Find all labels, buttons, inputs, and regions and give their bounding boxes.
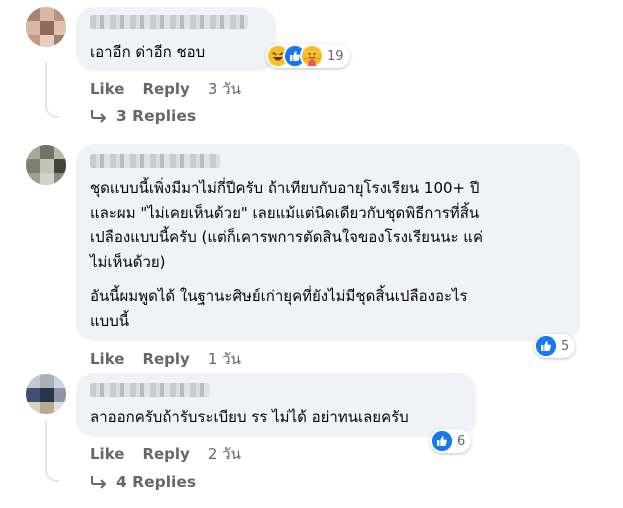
reply-button[interactable]: Reply [142,350,189,368]
reply-arrow-icon [91,476,106,489]
comment-time[interactable]: 2 วัน [208,442,241,466]
comment-actions: Like Reply 2 วัน [90,442,241,466]
view-replies-button[interactable]: 3 Replies [90,107,196,125]
like-icon [432,431,452,451]
reaction-summary[interactable]: 5 [534,334,576,358]
reply-button[interactable]: Reply [142,445,189,463]
reaction-summary[interactable]: 6 [430,429,472,453]
thread-curve [45,104,59,118]
thread-line [45,420,47,470]
comment-bubble: ลาออกครับถ้ารับระเบียบ รร ไม่ได้ อย่าทนเ… [76,373,476,437]
reaction-summary[interactable]: 19 [266,44,350,68]
reaction-count: 19 [327,48,344,64]
reaction-count: 5 [561,338,570,354]
avatar[interactable] [26,145,66,185]
care-icon [302,46,322,66]
comment-time[interactable]: 1 วัน [208,347,241,371]
like-icon [536,336,556,356]
comment-text: ชุดแบบนี้เพิ่งมีมาไม่กี่ปีครับ ถ้าเทียบก… [90,179,483,330]
like-button[interactable]: Like [90,80,124,98]
comment-text: เอาอีก ด่าอีก ชอบ [90,43,206,61]
view-replies-button[interactable]: 4 Replies [90,473,196,491]
comment-bubble: ชุดแบบนี้เพิ่งมีมาไม่กี่ปีครับ ถ้าเทียบก… [76,144,580,341]
avatar[interactable] [26,374,66,414]
like-button[interactable]: Like [90,350,124,368]
commenter-name-blurred[interactable] [90,383,210,397]
commenter-name-blurred[interactable] [90,154,220,168]
comment-bubble: เอาอีก ด่าอีก ชอบ [76,7,276,71]
thread-curve [45,468,59,482]
commenter-name-blurred[interactable] [90,15,248,29]
reply-button[interactable]: Reply [142,80,189,98]
replies-label: 3 Replies [116,107,197,125]
reply-arrow-icon [91,110,106,123]
avatar[interactable] [26,7,66,47]
comment-actions: Like Reply 1 วัน [90,347,241,371]
comment-time[interactable]: 3 วัน [208,77,241,101]
thread-line [45,62,47,106]
comment-actions: Like Reply 3 วัน [90,77,241,101]
comment-text: ลาออกครับถ้ารับระเบียบ รร ไม่ได้ อย่าทนเ… [90,408,409,426]
replies-label: 4 Replies [116,473,197,491]
like-button[interactable]: Like [90,445,124,463]
reaction-count: 6 [457,433,466,449]
